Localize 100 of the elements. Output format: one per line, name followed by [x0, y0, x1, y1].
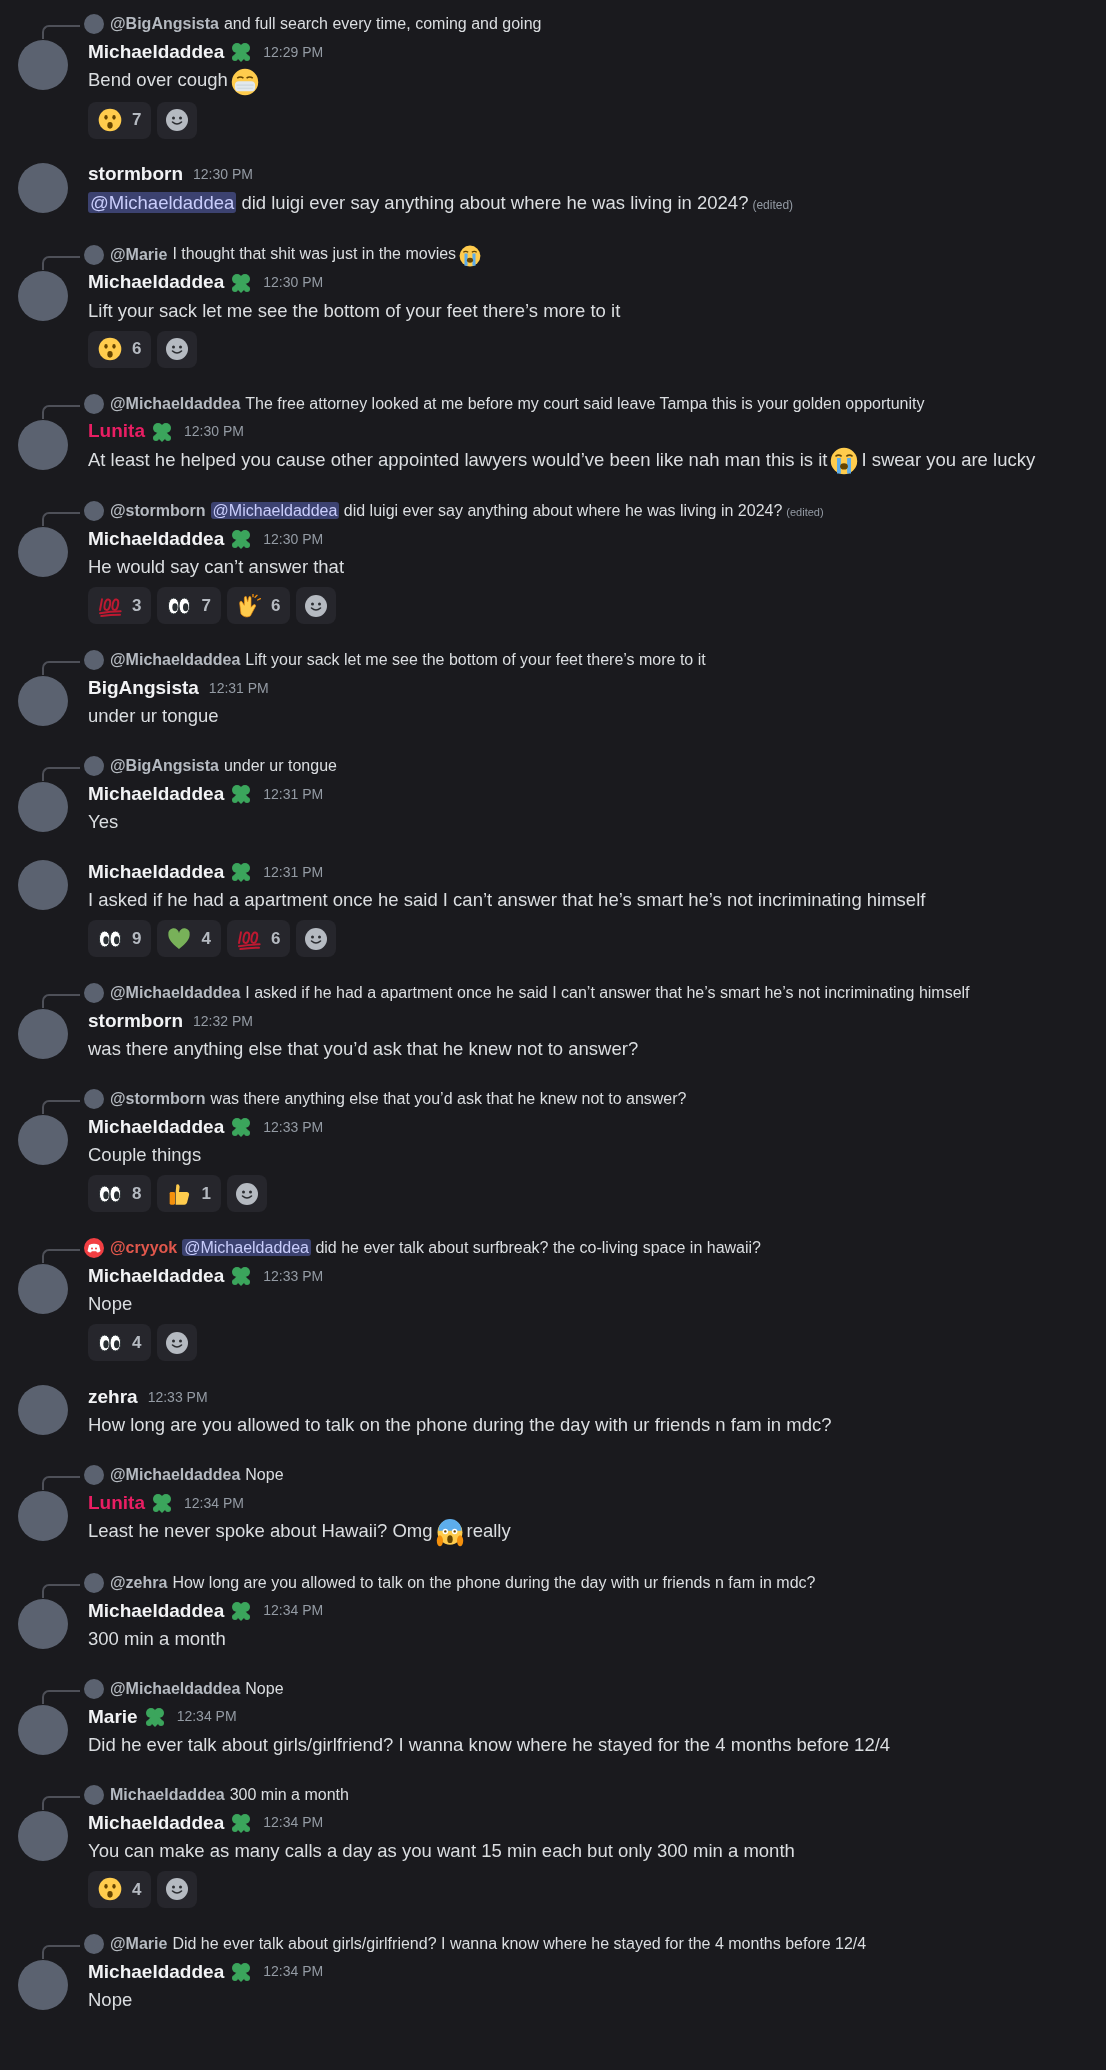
reply-author[interactable]: @Michaeldaddea [110, 1463, 241, 1488]
reply-author[interactable]: Michaeldaddea [110, 1782, 225, 1807]
reaction-pill[interactable]: 4 [88, 1324, 152, 1362]
avatar[interactable] [18, 270, 68, 321]
username[interactable]: Michaeldaddea [88, 1596, 225, 1626]
avatar[interactable] [84, 393, 104, 414]
avatar[interactable] [84, 650, 104, 671]
reaction-pill[interactable]: 7 [157, 587, 221, 625]
reply-author[interactable]: @Michaeldaddea [110, 648, 241, 673]
reply-author[interactable]: @Marie [110, 242, 168, 267]
avatar[interactable] [84, 1933, 104, 1954]
username[interactable]: Michaeldaddea [88, 37, 225, 67]
avatar[interactable] [18, 1704, 68, 1755]
timestamp: 12:34 PM [184, 1493, 244, 1513]
reply-preview[interactable]: @Michaeldaddea did luigi ever say anything about where he was living in 2024? (edited) [210, 499, 824, 524]
reply-author[interactable]: @Marie [110, 1931, 168, 1956]
avatar[interactable] [18, 1959, 68, 2010]
avatar[interactable] [18, 162, 68, 213]
username[interactable]: Michaeldaddea [88, 1113, 225, 1142]
reply-author[interactable]: @Michaeldaddea [110, 1676, 241, 1701]
reply-preview[interactable]: I asked if he had a apartment once he said I can’t answer that he’s smart he’s not incriminating himself [245, 981, 970, 1006]
avatar[interactable] [18, 1385, 68, 1436]
user-mention[interactable]: @Michaeldaddea [182, 1239, 311, 1257]
avatar[interactable] [18, 860, 68, 911]
avatar[interactable] [18, 1009, 68, 1060]
username[interactable]: Michaeldaddea [88, 525, 225, 554]
reply-author[interactable]: @BigAngsista [110, 12, 219, 36]
add-reaction-button[interactable] [157, 1324, 198, 1362]
reply-author[interactable]: @stormborn [110, 499, 206, 524]
username[interactable]: Michaeldaddea [88, 858, 225, 887]
reply-author[interactable]: @stormborn [110, 1087, 206, 1112]
avatar[interactable] [84, 1678, 104, 1699]
reply-author[interactable]: @zehra [110, 1570, 168, 1595]
reply-author[interactable]: @BigAngsista [110, 754, 219, 779]
reply-preview[interactable]: 300 min a month [229, 1782, 349, 1807]
reply-preview[interactable]: Nope [245, 1463, 284, 1488]
avatar[interactable] [84, 1572, 104, 1593]
avatar[interactable] [84, 983, 104, 1004]
reaction-pill[interactable]: 4 [88, 1870, 152, 1908]
avatar[interactable] [84, 14, 104, 34]
username[interactable]: Michaeldaddea [88, 1262, 225, 1291]
reaction-pill[interactable]: 6 [88, 330, 152, 368]
reply-preview[interactable]: and full search every time, coming and going [223, 12, 542, 36]
reply-author[interactable]: @Michaeldaddea [110, 981, 241, 1006]
username[interactable]: stormborn [88, 1007, 183, 1036]
avatar[interactable] [84, 1784, 104, 1805]
add-reaction-button[interactable] [157, 1870, 198, 1908]
add-reaction-button[interactable] [296, 587, 337, 625]
avatar[interactable] [18, 527, 68, 578]
reaction-pill[interactable]: 3 [88, 587, 152, 625]
reaction-pill[interactable]: 9 [88, 920, 152, 958]
avatar[interactable] [18, 1598, 68, 1649]
avatar[interactable] [18, 40, 68, 90]
username[interactable]: Marie [88, 1702, 138, 1732]
avatar[interactable] [84, 244, 104, 265]
reply-preview[interactable]: was there anything else that you’d ask that he knew not to answer? [210, 1087, 687, 1112]
username[interactable]: zehra [88, 1383, 138, 1412]
username[interactable]: BigAngsista [88, 674, 199, 703]
reply-author[interactable]: @cryyok [110, 1236, 178, 1261]
add-reaction-button[interactable] [157, 101, 198, 139]
avatar[interactable] [18, 676, 68, 727]
avatar[interactable] [18, 1115, 68, 1166]
user-mention[interactable]: @Michaeldaddea [210, 502, 340, 520]
reaction-pill[interactable]: 6 [226, 920, 291, 958]
avatar[interactable] [18, 782, 68, 833]
reply-preview[interactable]: Lift your sack let me see the bottom of your feet there’s more to it [245, 648, 706, 673]
username[interactable]: Lunita [88, 1489, 145, 1518]
message-text: under ur tongue [88, 704, 220, 729]
avatar[interactable] [84, 1089, 104, 1110]
reply-author[interactable]: @Michaeldaddea [110, 391, 241, 416]
reply-preview[interactable]: The free attorney looked at me before my court said leave Tampa this is your golden opportunity [245, 391, 925, 416]
add-reaction-button[interactable] [157, 330, 198, 368]
reply-preview[interactable]: Did he ever talk about girls/girlfriend? I wanna know where he stayed for the 4 months before 12/4 [172, 1931, 867, 1956]
reply-preview[interactable]: @Michaeldaddea did he ever talk about surfbreak? the co-living space in hawaii? [182, 1236, 761, 1261]
avatar[interactable] [18, 1264, 68, 1315]
add-reaction-button[interactable] [296, 920, 337, 958]
avatar[interactable] [84, 1465, 104, 1486]
reaction-pill[interactable]: 1 [157, 1175, 221, 1213]
avatar[interactable] [18, 1810, 68, 1861]
reaction-pill[interactable]: 7 [88, 101, 152, 139]
user-mention[interactable]: @Michaeldaddea [88, 191, 237, 213]
reply-preview[interactable]: How long are you allowed to talk on the phone during the day with ur friends n fam in mdc? [172, 1570, 816, 1595]
username[interactable]: stormborn [88, 160, 183, 189]
add-reaction-button[interactable] [226, 1175, 267, 1213]
username[interactable]: Michaeldaddea [88, 268, 225, 297]
reply-preview[interactable]: Nope [245, 1676, 284, 1701]
reaction-pill[interactable]: 6 [226, 587, 291, 625]
avatar[interactable] [18, 1491, 68, 1542]
reaction-pill[interactable]: 4 [157, 920, 221, 958]
username[interactable]: Michaeldaddea [88, 1957, 225, 1987]
username[interactable]: Michaeldaddea [88, 780, 225, 809]
username[interactable]: Lunita [88, 417, 145, 446]
avatar[interactable] [84, 756, 104, 777]
reply-preview[interactable]: I thought that shit was just in the movies [172, 242, 485, 268]
avatar[interactable] [18, 419, 68, 470]
reaction-pill[interactable]: 8 [88, 1175, 152, 1213]
reply-preview[interactable]: under ur tongue [223, 754, 337, 779]
username[interactable]: Michaeldaddea [88, 1808, 225, 1838]
avatar[interactable] [84, 501, 104, 522]
reply-connector-line [42, 661, 80, 676]
